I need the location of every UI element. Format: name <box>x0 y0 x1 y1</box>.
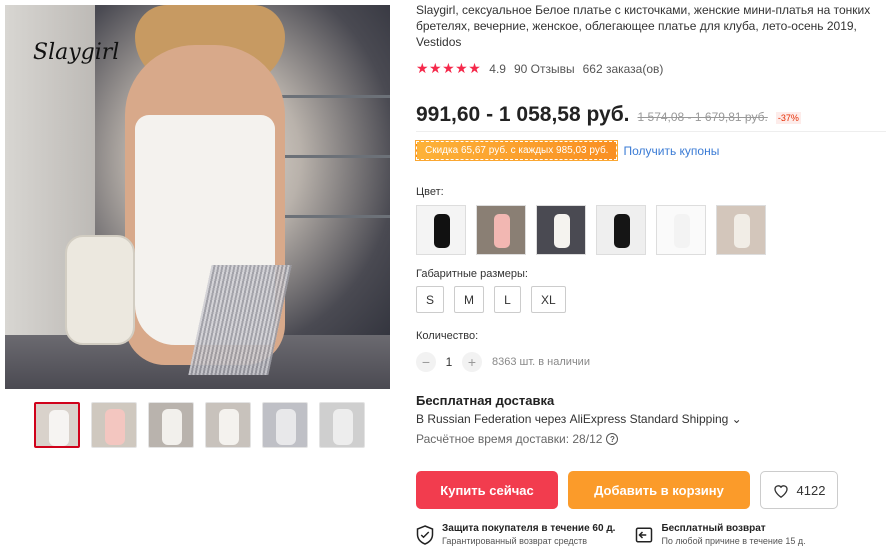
swatch-dress <box>554 214 570 248</box>
guarantees: Защита покупателя в течение 60 д. Гарант… <box>416 523 806 546</box>
coupon-badge: Скидка 65,67 руб. с каждых 985,03 руб. <box>414 140 619 161</box>
buy-now-button[interactable]: Купить сейчас <box>416 471 558 509</box>
original-price: 1 574,08 - 1 679,81 руб. <box>637 110 768 124</box>
add-to-cart-button[interactable]: Добавить в корзину <box>568 471 750 509</box>
swatch-dress <box>434 214 450 248</box>
discount-badge: -37% <box>775 112 801 124</box>
rating-row: ★★★★★ 4.9 90 Отзывы 662 заказа(ов) <box>416 60 671 77</box>
size-option[interactable]: M <box>454 286 485 313</box>
image-handbag <box>65 235 135 345</box>
size-option[interactable]: S <box>416 286 445 313</box>
wishlist-button[interactable]: 4122 <box>760 471 838 509</box>
swatch-dress <box>494 214 510 248</box>
color-label: Цвет: <box>416 186 444 198</box>
get-coupons-link[interactable]: Получить купоны <box>623 144 719 158</box>
color-swatch[interactable] <box>716 205 766 255</box>
quantity-stepper: − 1 + 8363 шт. в наличии <box>416 352 590 372</box>
free-return: Бесплатный возврат По любой причине в те… <box>635 523 806 546</box>
quantity-increase-button[interactable]: + <box>462 352 482 372</box>
thumbnail[interactable] <box>34 402 80 448</box>
thumbnail[interactable] <box>205 402 251 448</box>
delivery-estimate-text: Расчётное время доставки: 28/12 <box>416 432 603 446</box>
swatch-dress <box>674 214 690 248</box>
product-title: Slaygirl, сексуальное Белое платье с кис… <box>416 3 871 49</box>
delivery-estimate: Расчётное время доставки: 28/12 ? <box>416 432 619 446</box>
thumbnail-dress <box>333 409 353 445</box>
size-option[interactable]: L <box>494 286 522 313</box>
star-rating-icon: ★★★★★ <box>416 60 482 76</box>
shipping-title: Бесплатная доставка <box>416 393 555 408</box>
quantity-value[interactable]: 1 <box>436 355 462 369</box>
return-subtitle: По любой причине в течение 15 д. <box>661 536 806 546</box>
thumbnail-dress <box>162 409 182 445</box>
color-swatch[interactable] <box>596 205 646 255</box>
divider <box>416 131 886 132</box>
quantity-decrease-button[interactable]: − <box>416 352 436 372</box>
color-options <box>416 205 766 255</box>
return-title: Бесплатный возврат <box>661 523 766 534</box>
orders-count: 662 заказа(ов) <box>582 61 664 76</box>
protection-subtitle: Гарантированный возврат средств <box>442 536 588 546</box>
return-icon <box>636 527 653 543</box>
thumbnail-dress <box>219 409 239 445</box>
thumbnail[interactable] <box>262 402 308 448</box>
color-swatch[interactable] <box>416 205 466 255</box>
wishlist-count: 4122 <box>796 482 826 498</box>
main-product-image[interactable]: Slaygirl <box>5 5 390 389</box>
help-icon[interactable]: ? <box>606 433 619 445</box>
shipping-method-select[interactable]: В Russian Federation через AliExpress St… <box>416 412 742 426</box>
thumbnail-dress <box>276 409 296 445</box>
thumbnail[interactable] <box>148 402 194 448</box>
thumbnail-strip <box>34 402 365 448</box>
action-buttons: Купить сейчас Добавить в корзину 4122 <box>416 471 838 509</box>
thumbnail[interactable] <box>319 402 365 448</box>
heart-icon <box>773 484 788 498</box>
protection-title: Защита покупателя в течение 60 д. <box>442 523 616 534</box>
size-label: Габаритные размеры: <box>416 268 528 280</box>
rating-value: 4.9 <box>489 61 506 76</box>
size-options: S M L XL <box>416 286 566 313</box>
size-option[interactable]: XL <box>531 286 566 313</box>
thumbnail[interactable] <box>91 402 137 448</box>
reviews-link[interactable]: 90 Отзывы <box>514 62 575 76</box>
stock-count: 8363 шт. в наличии <box>492 356 590 368</box>
color-swatch[interactable] <box>656 205 706 255</box>
swatch-dress <box>614 214 630 248</box>
price-row: 991,60 - 1 058,58 руб. 1 574,08 - 1 679,… <box>416 103 801 127</box>
buyer-protection: Защита покупателя в течение 60 д. Гарант… <box>416 523 615 546</box>
shield-check-icon <box>416 525 434 545</box>
thumbnail-dress <box>49 410 69 446</box>
coupon-row: Скидка 65,67 руб. с каждых 985,03 руб. П… <box>414 140 719 161</box>
color-swatch[interactable] <box>536 205 586 255</box>
current-price: 991,60 - 1 058,58 руб. <box>416 103 630 126</box>
thumbnail-dress <box>105 409 125 445</box>
color-swatch[interactable] <box>476 205 526 255</box>
brand-watermark: Slaygirl <box>33 40 120 65</box>
swatch-dress <box>734 214 750 248</box>
quantity-label: Количество: <box>416 330 479 342</box>
